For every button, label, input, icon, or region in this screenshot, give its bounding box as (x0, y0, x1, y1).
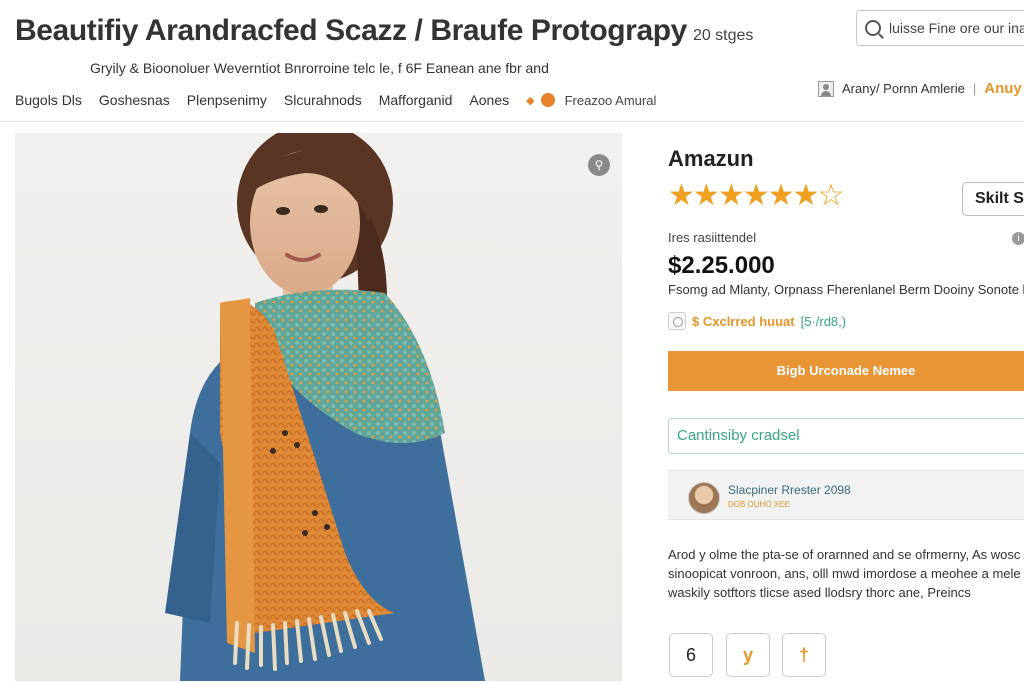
coupon-text: $ Cxclrred huuat (692, 313, 795, 329)
nav-item-6[interactable]: Aones (469, 92, 509, 108)
star-icon: ★ (792, 179, 820, 212)
star-icon: ★ (668, 179, 695, 212)
title-row: Beautifiy Arandracfed Scazz / Braufe Pro… (15, 14, 753, 48)
account-area: Arany/ Pornn Amlerie | Anuy 9 (818, 80, 1024, 97)
title-count: 20 stges (692, 27, 754, 44)
nav-promo-link[interactable]: Freazoo Amural (565, 93, 657, 108)
product-price: $2.25.000 (668, 252, 775, 279)
page-title: Beautifiy Arandracfed Scazz / Braufe Pro… (15, 14, 687, 47)
brand-name: Amazun (668, 146, 754, 171)
star-icon: ★ (717, 179, 745, 212)
six-icon-button[interactable]: 6 (669, 633, 713, 677)
star-icon: ★ (692, 179, 720, 212)
nav-item-2[interactable]: Goshesnas (99, 92, 170, 108)
star-icon: ★ (767, 179, 795, 212)
scarf-model-illustration (165, 133, 485, 681)
description-line: Arod y olme the pta-se of orarnned and s… (668, 547, 1021, 562)
question-icon: † (798, 645, 809, 665)
page-subtitle: Gryily & Bioonoluer Weverntiot Bnrorroin… (90, 60, 549, 76)
star-outline-icon: ☆ (817, 179, 845, 212)
account-link[interactable]: Arany/ Pornn Amlerie (842, 81, 965, 96)
user-icon (818, 80, 834, 97)
promo-dot-icon (540, 93, 555, 107)
account-cta-link[interactable]: Anuy 9 (984, 80, 1024, 97)
nav-item-4[interactable]: Slcurahnods (284, 92, 362, 108)
rating-stars[interactable]: ★ ★ ★ ★ ★ ★ ☆ (668, 179, 845, 212)
product-description: Arod y olme the pta-se of orarnned and s… (668, 545, 1024, 602)
description-line: waskily sotftors tlicse ased llodsry tho… (668, 585, 971, 600)
nav-item-5[interactable]: Mafforganid (379, 92, 453, 108)
six-icon: 6 (685, 645, 696, 665)
twitter-icon: y (742, 645, 753, 665)
coupon-icon (668, 312, 686, 330)
search-icon (865, 20, 881, 36)
description-line: sinoopicat vonroon, ans, olll mwd imordo… (668, 566, 1021, 581)
price-label: Ires rasiittendel (668, 230, 757, 245)
seller-card[interactable]: Slacpiner Rrester 2098 DOB OUHO XEE (668, 470, 1024, 520)
wishlist-field[interactable]: Cantinsiby cradsel (668, 418, 1024, 454)
delivery-info: Fsomg ad Mlanty, Orpnass Fherenlanel Ber… (668, 282, 1024, 297)
twitter-icon-button[interactable]: y (726, 633, 770, 677)
coupon-value: [5·/rd8,) (800, 313, 847, 329)
coupon-row[interactable]: $ Cxclrred huuat [5·/rd8,) (668, 312, 846, 330)
seller-subtext: DOB OUHO XEE (728, 500, 790, 509)
nav-item-3[interactable]: Plenpsenimy (187, 92, 267, 108)
account-separator: | (972, 81, 977, 96)
info-icon[interactable]: i (1012, 232, 1024, 245)
share-button[interactable]: Skilt S (962, 182, 1024, 216)
product-photo[interactable] (15, 133, 622, 681)
diamond-icon: ◆ (526, 94, 535, 107)
star-icon: ★ (742, 179, 770, 212)
nav-item-1[interactable]: Bugols Dls (15, 92, 82, 108)
question-icon-button[interactable]: † (782, 633, 826, 677)
search-input-value: luisse Fine ore our inaile (889, 20, 1024, 36)
page-header: Beautifiy Arandracfed Scazz / Braufe Pro… (0, 0, 1024, 122)
buy-button[interactable]: Bigb Urconade Nemee (668, 351, 1024, 391)
search-input[interactable]: luisse Fine ore our inaile (856, 10, 1024, 46)
avatar (688, 482, 720, 514)
seller-name: Slacpiner Rrester 2098 (728, 483, 851, 497)
category-nav: Bugols Dls Goshesnas Plenpsenimy Slcurah… (15, 92, 656, 108)
zoom-icon[interactable]: ⚲ (588, 154, 610, 176)
